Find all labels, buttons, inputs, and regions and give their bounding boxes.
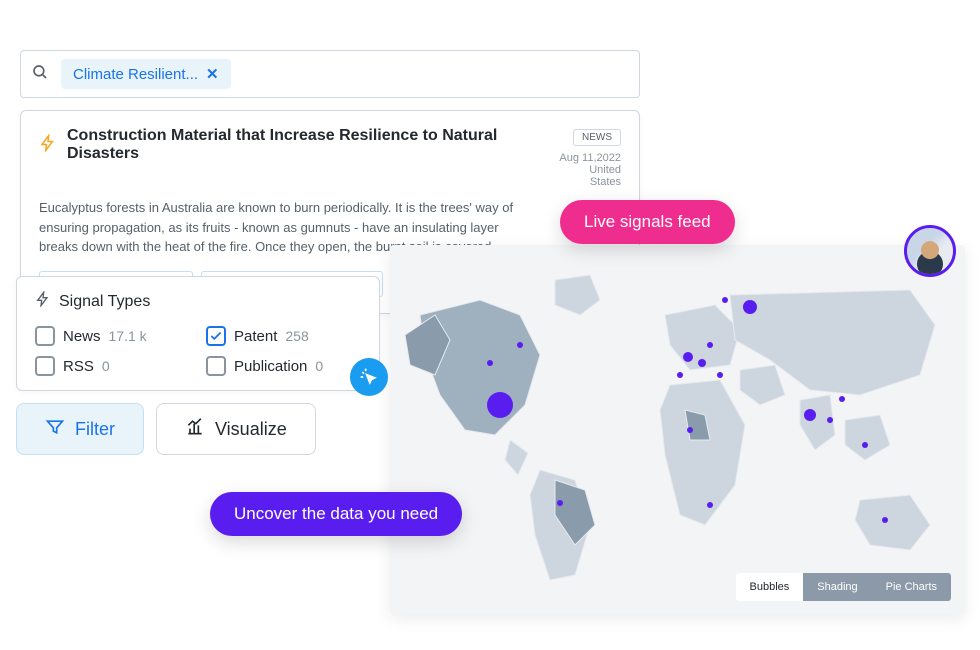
checkbox-icon[interactable] [206,356,226,376]
checkbox-checked-icon[interactable] [206,326,226,346]
signal-type-publication[interactable]: Publication 0 [206,356,361,376]
map-view-toggle[interactable]: Bubbles Shading Pie Charts [736,573,952,601]
signal-type-rss[interactable]: RSS 0 [35,356,190,376]
panel-heading: Signal Types [35,291,361,312]
panel-heading-text: Signal Types [59,293,150,311]
close-icon[interactable]: ✕ [206,65,219,83]
map-svg [390,245,965,615]
bolt-outline-icon [35,291,51,312]
filter-button[interactable]: Filter [16,403,144,455]
signal-count: 0 [102,358,110,374]
signal-count: 0 [315,358,323,374]
checkbox-icon[interactable] [35,326,55,346]
signal-types-panel: Signal Types News 17.1 k Patent 258 RSS … [16,276,380,391]
signal-type-patent[interactable]: Patent 258 [206,326,361,346]
result-country: United States [557,164,621,188]
signal-label: News [63,328,101,345]
avatar[interactable] [904,225,956,277]
world-map[interactable]: Bubbles Shading Pie Charts [390,245,965,615]
signal-label: Patent [234,328,277,345]
filter-icon [45,417,65,442]
chart-icon [185,417,205,442]
live-signals-pill: Live signals feed [560,200,735,244]
result-date: Aug 11,2022 [557,152,621,164]
signal-count: 258 [285,328,308,344]
search-chip-text: Climate Resilient... [73,66,198,83]
checkbox-icon[interactable] [35,356,55,376]
result-meta: NEWS Aug 11,2022 United States [557,127,621,188]
bolt-icon [39,134,57,157]
visualize-button[interactable]: Visualize [156,403,316,455]
result-title: Construction Material that Increase Resi… [67,127,557,163]
toggle-pie[interactable]: Pie Charts [872,573,951,601]
search-chip[interactable]: Climate Resilient... ✕ [61,59,231,89]
toggle-shading[interactable]: Shading [803,573,871,601]
action-buttons: Filter Visualize [16,403,316,455]
signal-type-news[interactable]: News 17.1 k [35,326,190,346]
signal-label: Publication [234,358,307,375]
pointer-icon [350,358,388,396]
signal-label: RSS [63,358,94,375]
signal-count: 17.1 k [109,328,147,344]
search-bar[interactable]: Climate Resilient... ✕ [20,50,640,98]
visualize-label: Visualize [215,419,287,440]
type-badge: NEWS [573,129,621,146]
uncover-data-pill: Uncover the data you need [210,492,462,536]
filter-label: Filter [75,419,115,440]
search-icon [31,63,49,86]
toggle-bubbles[interactable]: Bubbles [736,573,804,601]
